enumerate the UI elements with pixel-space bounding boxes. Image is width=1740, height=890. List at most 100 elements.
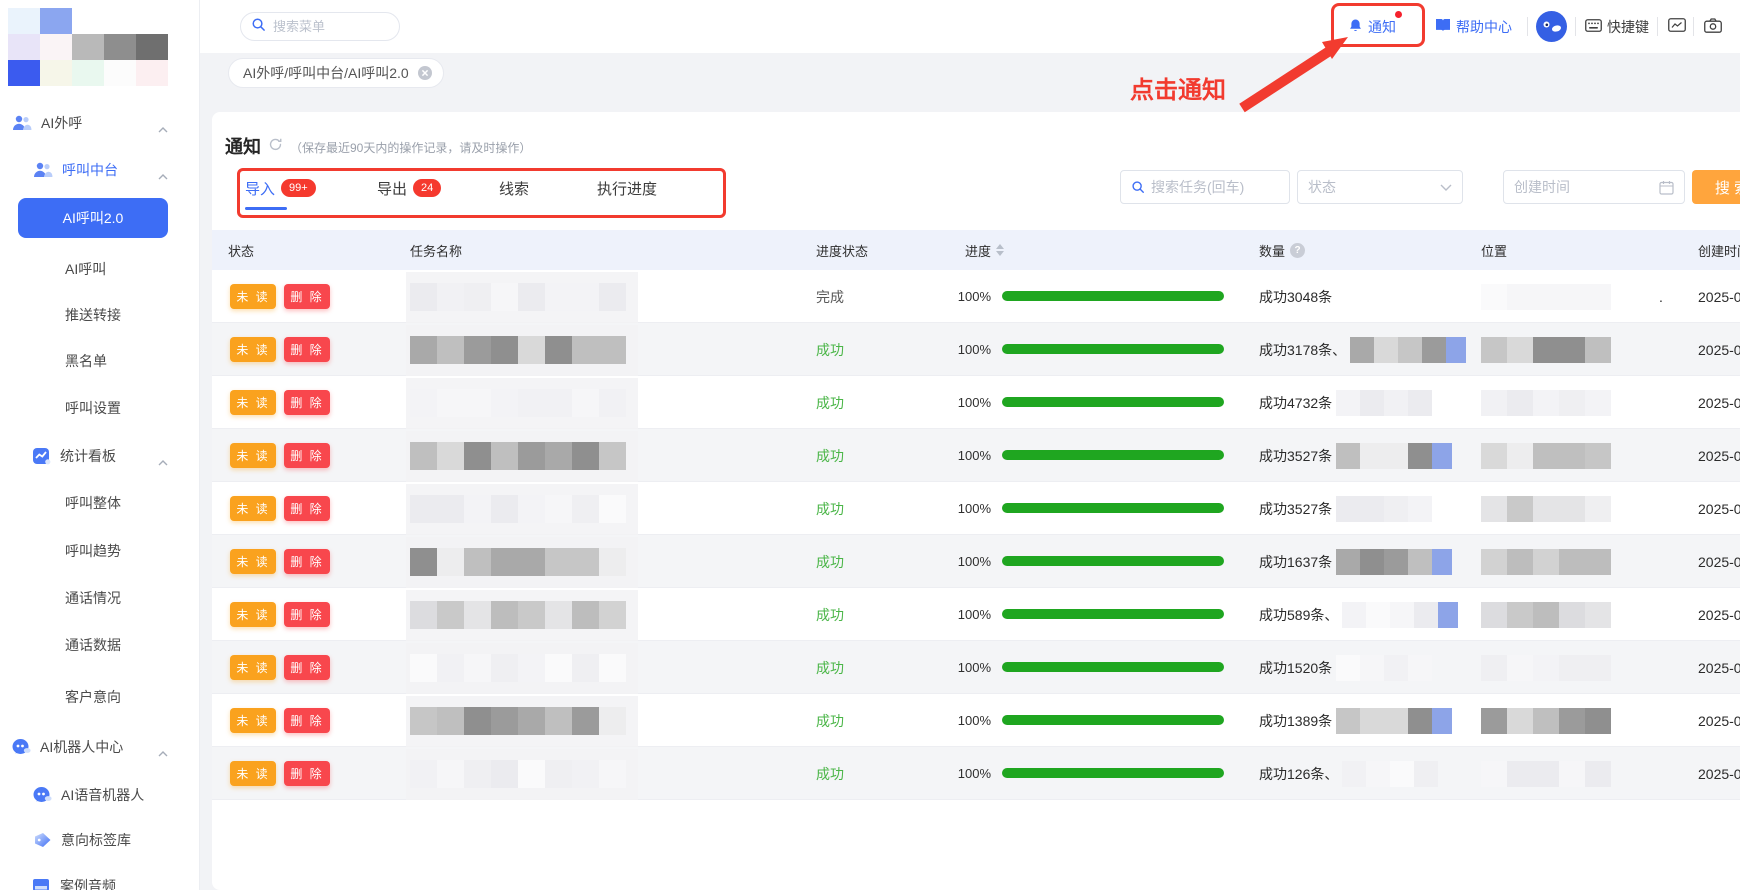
sidebar-item-客户意向[interactable]: 客户意向 xyxy=(0,679,200,715)
help-icon[interactable]: ? xyxy=(1290,242,1306,258)
sidebar-item-AI外呼[interactable]: AI外呼 xyxy=(0,105,200,141)
redacted-cell xyxy=(1481,283,1507,310)
redacted-cell xyxy=(518,706,545,735)
table-row: 未 读删 除 完成 100% 成功3048条. 2025-0 xyxy=(212,270,1740,323)
column-header-label: 进度状态 xyxy=(816,243,869,259)
screen-monitor-button[interactable] xyxy=(1668,0,1686,53)
sidebar-item-label: 呼叫中台 xyxy=(62,162,118,178)
redacted-cell xyxy=(437,335,464,364)
sidebar-item-黑名单[interactable]: 黑名单 xyxy=(0,343,200,379)
redacted-cell xyxy=(572,441,599,470)
task-name-redacted xyxy=(410,482,626,535)
quantity-text: 成功126条、 xyxy=(1259,765,1339,782)
sidebar-item-AI语音机器人[interactable]: AI语音机器人 xyxy=(0,777,200,813)
notifications-button[interactable]: 通知 xyxy=(1348,0,1402,53)
redacted-cell xyxy=(1408,548,1433,575)
redacted-cell xyxy=(1384,389,1409,416)
sidebar-item-呼叫趋势[interactable]: 呼叫趋势 xyxy=(0,533,200,569)
location-redacted xyxy=(1481,747,1611,800)
sidebar-item-label: 推送转接 xyxy=(65,307,121,323)
table-row: 未 读删 除 成功 100% 成功3178条、 2025-0 xyxy=(212,323,1740,376)
delete-button[interactable]: 删 除 xyxy=(284,549,330,574)
status-select[interactable] xyxy=(1297,170,1463,204)
sort-icon[interactable] xyxy=(996,244,1005,256)
screenshot-button[interactable] xyxy=(1704,0,1722,53)
quantity-cell: 成功3527条 xyxy=(1259,429,1453,482)
redacted-cell-blue xyxy=(1432,442,1453,469)
created-date-value[interactable] xyxy=(1514,179,1659,195)
sidebar-item-呼叫设置[interactable]: 呼叫设置 xyxy=(0,390,200,426)
progress-state: 成功 xyxy=(816,341,844,358)
redacted-cell xyxy=(572,335,599,364)
breadcrumb-band: AI外呼/呼叫中台/AI呼叫2.0 xyxy=(200,53,1740,97)
task-search-field[interactable] xyxy=(1120,170,1290,204)
table-row: 未 读删 除 成功 100% 成功3527条 2025-0 xyxy=(212,482,1740,535)
sidebar-item-推送转接[interactable]: 推送转接 xyxy=(0,297,200,333)
redacted-cell xyxy=(1384,495,1409,522)
search-button[interactable]: 搜 索 xyxy=(1692,170,1740,204)
unread-badge: 未 读 xyxy=(230,337,276,362)
delete-button[interactable]: 删 除 xyxy=(284,708,330,733)
redacted-cell xyxy=(437,494,464,523)
sidebar-item-label: 统计看板 xyxy=(60,448,116,464)
sidebar-item-呼叫整体[interactable]: 呼叫整体 xyxy=(0,485,200,521)
tab-线索[interactable]: 线索 xyxy=(499,176,529,200)
sidebar-item-统计看板[interactable]: 统计看板 xyxy=(0,438,200,474)
progress-bar xyxy=(1002,503,1224,513)
task-search-input[interactable] xyxy=(1151,179,1279,195)
delete-button[interactable]: 删 除 xyxy=(284,761,330,786)
logo-mosaic-cell xyxy=(40,34,72,60)
redacted-cell xyxy=(1585,654,1611,681)
quantity-redacted xyxy=(1336,548,1453,575)
delete-button[interactable]: 删 除 xyxy=(284,390,330,415)
help-center-button[interactable]: 帮助中心 xyxy=(1435,0,1512,53)
sidebar-item-案例音频[interactable]: 案例音频 xyxy=(0,868,200,890)
sidebar-item-AI呼叫2.0[interactable]: AI呼叫2.0 xyxy=(18,198,168,238)
status-select-value[interactable] xyxy=(1308,179,1440,195)
sidebar-item-AI呼叫[interactable]: AI呼叫 xyxy=(0,251,200,287)
redacted-cell xyxy=(1507,601,1533,628)
redacted-cell xyxy=(545,441,572,470)
redacted-cell xyxy=(1507,283,1533,310)
quantity-cell: 成功589条、 xyxy=(1259,588,1459,641)
delete-button[interactable]: 删 除 xyxy=(284,284,330,309)
sidebar-item-呼叫中台[interactable]: 呼叫中台 xyxy=(0,152,200,188)
audio-icon xyxy=(33,879,51,890)
delete-button[interactable]: 删 除 xyxy=(284,337,330,362)
created-date-picker[interactable] xyxy=(1503,170,1685,204)
refresh-icon[interactable] xyxy=(268,137,283,157)
avatar[interactable] xyxy=(1536,11,1567,42)
column-header-进度状态: 进度状态 xyxy=(816,230,868,270)
redacted-cell xyxy=(1585,601,1611,628)
close-icon[interactable] xyxy=(417,65,433,81)
redacted-cell xyxy=(410,653,437,682)
tab-执行进度[interactable]: 执行进度 xyxy=(597,176,657,200)
menu-search[interactable] xyxy=(240,12,400,41)
progress-percent: 100% xyxy=(957,713,991,728)
column-header-状态: 状态 xyxy=(228,230,254,270)
sidebar-item-AI机器人中心[interactable]: AI机器人中心 xyxy=(0,729,200,765)
delete-button[interactable]: 删 除 xyxy=(284,602,330,627)
sidebar-item-通话情况[interactable]: 通话情况 xyxy=(0,580,200,616)
sidebar-item-通话数据[interactable]: 通话数据 xyxy=(0,627,200,663)
tab-label: 线索 xyxy=(499,180,530,198)
quantity-redacted xyxy=(1336,389,1433,416)
tab-导出[interactable]: 导出 24 xyxy=(377,176,442,200)
chevron-up-icon xyxy=(158,120,168,136)
table-row: 未 读删 除 成功 100% 成功126条、 2025-0 xyxy=(212,747,1740,800)
logo-mosaic-cell xyxy=(8,34,40,60)
delete-button[interactable]: 删 除 xyxy=(284,655,330,680)
unread-indicator-dot xyxy=(1395,11,1402,18)
menu-search-input[interactable] xyxy=(273,19,383,34)
redacted-cell xyxy=(545,335,572,364)
progress-percent: 100% xyxy=(957,660,991,675)
monitor-chart-icon xyxy=(1668,17,1686,36)
redacted-cell xyxy=(518,494,545,523)
delete-button[interactable]: 删 除 xyxy=(284,443,330,468)
tab-导入[interactable]: 导入 99+ xyxy=(245,176,316,200)
progress-bar xyxy=(1002,609,1224,619)
delete-button[interactable]: 删 除 xyxy=(284,496,330,521)
sidebar-item-意向标签库[interactable]: 意向标签库 xyxy=(0,822,200,858)
shortcuts-button[interactable]: 快捷键 xyxy=(1585,0,1649,53)
progress-bar xyxy=(1002,662,1224,672)
